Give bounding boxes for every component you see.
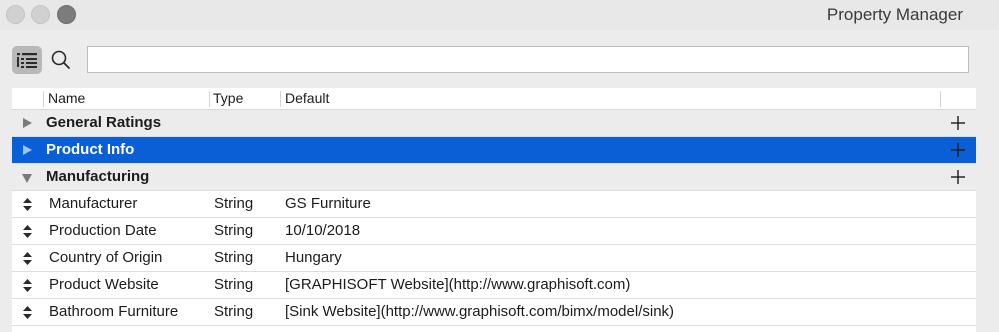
add-property-button[interactable] [947, 164, 969, 190]
toolbar [0, 30, 999, 88]
property-type: String [214, 195, 254, 212]
plus-icon [951, 143, 965, 157]
title-bar: Property Manager [0, 0, 999, 30]
property-row[interactable]: Bathroom Furniture String [Sink Website]… [12, 299, 976, 326]
column-header-default[interactable]: Default [285, 88, 329, 109]
add-property-button[interactable] [947, 110, 969, 136]
up-down-stepper-icon[interactable] [23, 279, 32, 292]
group-label: Product Info [46, 141, 135, 158]
list-view-icon [17, 53, 37, 68]
column-separator[interactable] [209, 91, 210, 107]
property-default[interactable]: 10/10/2018 [285, 218, 360, 244]
table-header: Name Type Default [12, 88, 976, 110]
list-view-toggle-button[interactable] [12, 46, 42, 74]
search-button[interactable] [49, 48, 73, 72]
plus-icon [951, 116, 965, 130]
property-row[interactable]: Country of Origin String Hungary [12, 245, 976, 272]
property-name: Manufacturer [49, 195, 138, 212]
property-type: String [214, 303, 254, 320]
minimize-window-button[interactable] [31, 5, 50, 24]
property-default[interactable]: Hungary [285, 245, 342, 271]
up-down-stepper-icon[interactable] [23, 225, 32, 238]
property-name: Country of Origin [49, 249, 163, 266]
search-input[interactable] [87, 46, 969, 73]
property-type: String [214, 276, 254, 293]
group-label: General Ratings [46, 114, 162, 131]
property-default[interactable]: [Sink Website](http://www.graphisoft.com… [285, 299, 674, 325]
column-header-name[interactable]: Name [48, 88, 85, 109]
property-table: Name Type Default General Ratings Produc… [12, 88, 976, 332]
plus-icon [951, 170, 965, 184]
column-separator[interactable] [280, 91, 281, 107]
zoom-window-button[interactable] [57, 5, 76, 24]
property-default[interactable]: GS Furniture [285, 191, 371, 217]
up-down-stepper-icon[interactable] [23, 252, 32, 265]
property-default[interactable]: [GRAPHISOFT Website](http://www.graphiso… [285, 272, 630, 298]
up-down-stepper-icon[interactable] [23, 306, 32, 319]
property-row[interactable]: Manufacturer String GS Furniture [12, 191, 976, 218]
group-row-product-info[interactable]: Product Info [12, 137, 976, 164]
group-row-manufacturing[interactable]: Manufacturing [12, 164, 976, 191]
property-row[interactable]: Product Website String [GRAPHISOFT Websi… [12, 272, 976, 299]
close-window-button[interactable] [6, 5, 25, 24]
group-row-general-ratings[interactable]: General Ratings [12, 110, 976, 137]
disclosure-triangle-icon[interactable] [23, 145, 32, 155]
property-type: String [214, 249, 254, 266]
up-down-stepper-icon[interactable] [23, 198, 32, 211]
search-icon [51, 50, 70, 69]
property-row[interactable]: Production Date String 10/10/2018 [12, 218, 976, 245]
column-separator[interactable] [940, 91, 941, 107]
property-name: Product Website [49, 276, 159, 293]
window-title: Property Manager [826, 5, 963, 24]
property-type: String [214, 222, 254, 239]
group-label: Manufacturing [46, 168, 150, 185]
property-name: Production Date [49, 222, 157, 239]
property-name: Bathroom Furniture [49, 303, 179, 320]
column-header-type[interactable]: Type [213, 88, 243, 109]
column-separator[interactable] [43, 91, 44, 107]
add-property-button[interactable] [947, 137, 969, 163]
disclosure-triangle-icon[interactable] [22, 174, 32, 183]
disclosure-triangle-icon[interactable] [23, 118, 32, 128]
